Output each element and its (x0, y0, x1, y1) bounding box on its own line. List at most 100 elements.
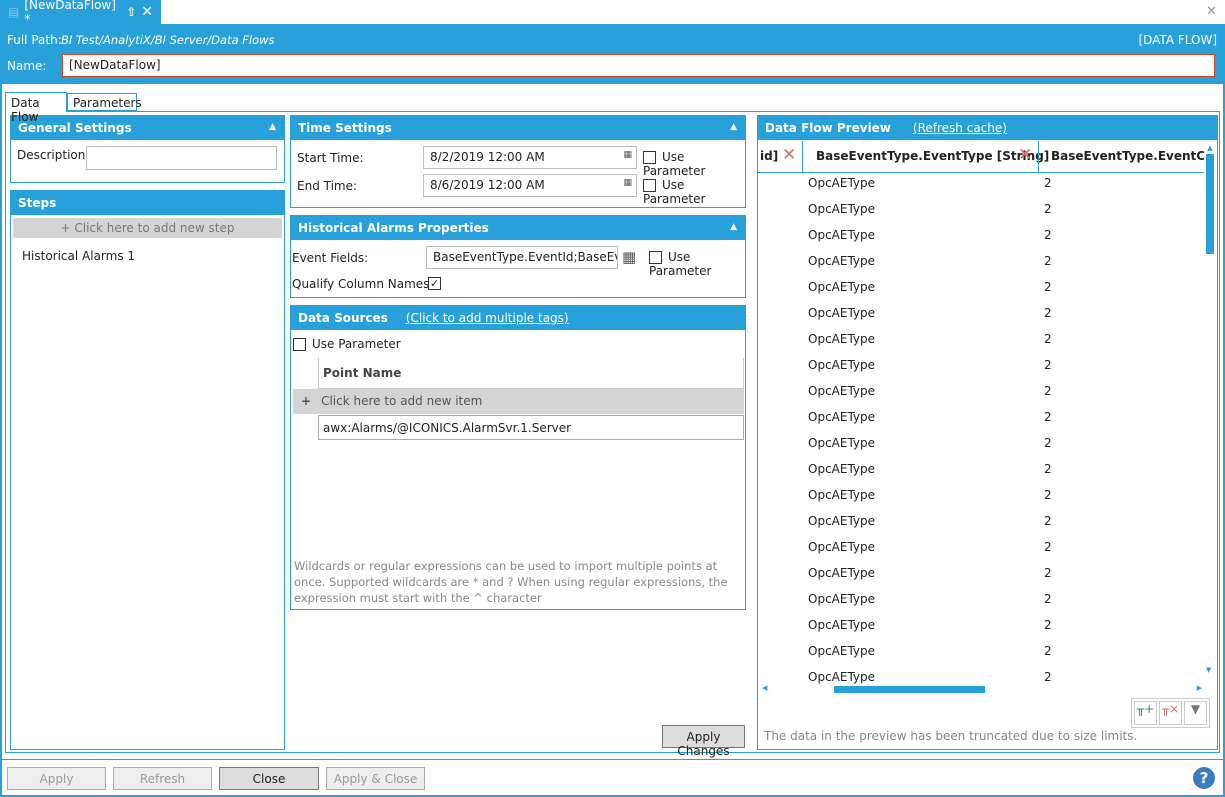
table-row[interactable]: OpcAEType 2 (758, 592, 1204, 618)
column-header[interactable]: BaseEventType.EventClass (1051, 149, 1204, 163)
remove-column-icon[interactable]: ✕ (782, 145, 796, 165)
collapse-icon[interactable]: ▲ (730, 222, 737, 232)
historical-alarms-panel: Historical Alarms Properties ▲ Event Fiel… (290, 215, 746, 298)
table-row[interactable]: OpcAEType 2 (758, 280, 1204, 306)
filter-icon[interactable]: ▼ (1184, 701, 1207, 725)
table-cell: 2 (1044, 280, 1052, 294)
table-cell: OpcAEType (808, 306, 876, 320)
calendar-icon[interactable]: ▦ (623, 150, 632, 160)
table-row[interactable]: OpcAEType 2 (758, 514, 1204, 540)
step-item[interactable]: Historical Alarms 1 (11, 241, 284, 271)
time-settings-panel: Time Settings ▲ Start Time: 8/2/2019 12:0… (290, 115, 746, 208)
add-column-icon[interactable]: ╥+ (1134, 701, 1157, 725)
sources-use-parameter[interactable]: Use Parameter (293, 337, 401, 351)
qualify-checkbox[interactable]: ✓ (428, 277, 441, 290)
pin-icon[interactable]: ⇧ (126, 5, 136, 19)
calendar-icon[interactable]: ▦ (623, 178, 632, 188)
add-item-label: Click here to add new item (321, 394, 483, 408)
point-name-cell[interactable]: awx:Alarms/@ICONICS.AlarmSvr.1.Server (318, 415, 744, 440)
table-cell: OpcAEType (808, 228, 876, 242)
table-row[interactable]: OpcAEType 2 (758, 358, 1204, 384)
table-cell: 2 (1044, 618, 1052, 632)
point-name-header[interactable]: Point Name (318, 358, 744, 389)
add-step-button[interactable]: + Click here to add new step (13, 218, 282, 238)
table-icon[interactable]: ▦ (622, 248, 636, 266)
grid-header: id] ✕ BaseEventType.EventType [String] ✕… (758, 141, 1204, 173)
table-row[interactable]: OpcAEType 2 (758, 228, 1204, 254)
start-time-input[interactable]: 8/2/2019 12:00 AM ▦ (423, 146, 637, 169)
remove-column-icon[interactable]: ✕ (1018, 145, 1032, 165)
apply-button[interactable]: Apply (7, 767, 106, 790)
start-use-parameter[interactable]: Use Parameter (643, 150, 745, 178)
vertical-scrollbar[interactable]: ▲ ▼ (1206, 144, 1214, 674)
truncated-note: The data in the preview has been truncat… (764, 729, 1138, 743)
refresh-button[interactable]: Refresh (113, 767, 212, 790)
event-fields-label: Event Fields: (292, 251, 369, 265)
help-icon[interactable]: ? (1193, 767, 1215, 789)
table-cell: OpcAEType (808, 488, 876, 502)
table-cell: 2 (1044, 670, 1052, 684)
event-fields-input[interactable]: BaseEventType.EventId;BaseEventT (426, 246, 618, 269)
table-row[interactable]: OpcAEType 2 (758, 384, 1204, 410)
table-row[interactable]: OpcAEType 2 (758, 566, 1204, 592)
table-cell: 2 (1044, 254, 1052, 268)
table-cell: 2 (1044, 410, 1052, 424)
end-time-label: End Time: (297, 179, 358, 193)
qualify-label: Qualify Column Names: (292, 277, 434, 291)
table-cell: 2 (1044, 176, 1052, 190)
close-tab-icon[interactable]: ✕ (141, 4, 153, 20)
table-row[interactable]: OpcAEType 2 (758, 462, 1204, 488)
panel-title: Data Sources (298, 311, 388, 325)
steps-panel: Steps + Click here to add new step Histo… (10, 190, 285, 750)
table-row[interactable]: OpcAEType 2 (758, 410, 1204, 436)
checkbox[interactable] (293, 338, 306, 351)
table-cell: OpcAEType (808, 618, 876, 632)
preview-panel: Data Flow Preview (Refresh cache) id] ✕ B… (757, 115, 1218, 750)
add-item-row[interactable]: + Click here to add new item (293, 389, 744, 414)
apply-close-button[interactable]: Apply & Close (326, 767, 425, 790)
general-settings-panel: General Settings ▲ Description: (10, 115, 285, 183)
document-tab[interactable]: ▤ [NewDataFlow] * ⇧ ✕ (0, 0, 161, 26)
table-cell: OpcAEType (808, 202, 876, 216)
plus-icon: + (301, 394, 312, 408)
table-row[interactable]: OpcAEType 2 (758, 202, 1204, 228)
table-row[interactable]: OpcAEType 2 (758, 306, 1204, 332)
end-time-input[interactable]: 8/6/2019 12:00 AM ▦ (423, 174, 637, 197)
table-row[interactable]: OpcAEType 2 (758, 436, 1204, 462)
refresh-cache-link[interactable]: (Refresh cache) (913, 121, 1007, 135)
event-use-parameter[interactable]: Use Parameter (649, 250, 745, 278)
close-window-icon[interactable]: ✕ (1206, 4, 1217, 19)
collapse-icon[interactable]: ▲ (269, 122, 276, 132)
table-cell: 2 (1044, 540, 1052, 554)
table-row[interactable]: OpcAEType 2 (758, 644, 1204, 670)
remove-columns-icon[interactable]: ╥× (1159, 701, 1182, 725)
table-row[interactable]: OpcAEType 2 (758, 540, 1204, 566)
table-cell: 2 (1044, 488, 1052, 502)
table-cell: 2 (1044, 592, 1052, 606)
table-row[interactable]: OpcAEType 2 (758, 254, 1204, 280)
end-time-value: 8/6/2019 12:00 AM (430, 178, 545, 192)
collapse-icon[interactable]: ▲ (730, 122, 737, 132)
table-row[interactable]: OpcAEType 2 (758, 176, 1204, 202)
table-row[interactable]: OpcAEType 2 (758, 618, 1204, 644)
checkbox[interactable] (649, 251, 662, 264)
table-cell: OpcAEType (808, 176, 876, 190)
column-header[interactable]: id] (760, 149, 778, 163)
table-cell: 2 (1044, 384, 1052, 398)
table-row[interactable]: OpcAEType 2 (758, 332, 1204, 358)
end-use-parameter[interactable]: Use Parameter (643, 178, 745, 206)
checkbox[interactable] (643, 151, 656, 164)
tab-parameters[interactable]: Parameters (67, 93, 142, 111)
apply-changes-button[interactable]: Apply Changes (662, 725, 745, 758)
description-input[interactable] (86, 146, 277, 170)
column-header[interactable]: BaseEventType.EventType [String] (816, 149, 1049, 163)
horizontal-scrollbar[interactable]: ◀ ▶ (762, 684, 1202, 694)
tab-data-flow[interactable]: Data Flow (5, 92, 67, 124)
table-row[interactable]: OpcAEType 2 (758, 488, 1204, 514)
close-button[interactable]: Close (219, 767, 319, 790)
name-input[interactable]: [NewDataFlow] (62, 54, 1215, 77)
table-cell: OpcAEType (808, 358, 876, 372)
checkbox[interactable] (643, 179, 656, 192)
add-multiple-tags-link[interactable]: (Click to add multiple tags) (406, 311, 569, 325)
dataflow-icon: ▤ (8, 5, 20, 19)
